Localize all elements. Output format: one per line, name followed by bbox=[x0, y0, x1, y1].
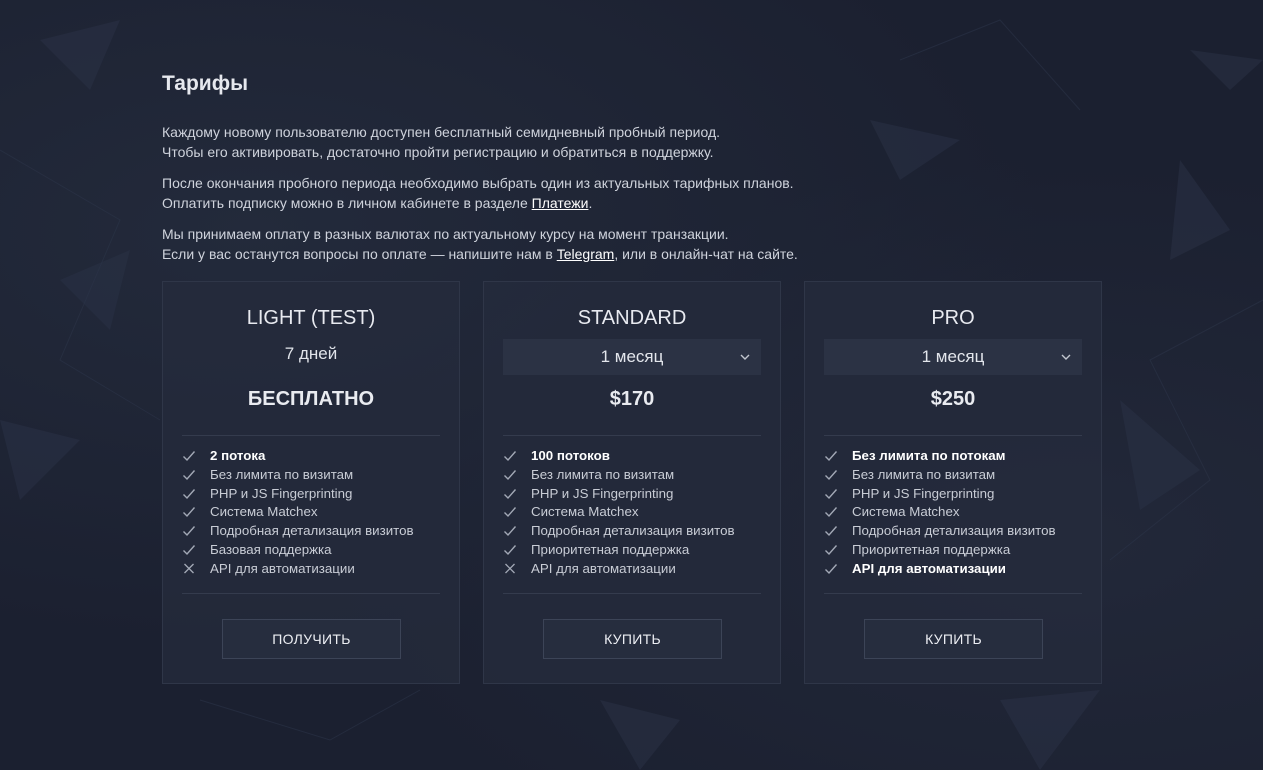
plan-price: БЕСПЛАТНО bbox=[247, 388, 375, 410]
feature-item: PHP и JS Fingerprinting bbox=[503, 485, 735, 504]
feature-label: Подробная детализация визитов bbox=[210, 523, 414, 539]
plan-name: PRO bbox=[931, 307, 975, 329]
chevron-down-icon bbox=[739, 339, 751, 389]
feature-item: Подробная детализация визитов bbox=[824, 522, 1056, 541]
feature-item: Система Matchex bbox=[182, 503, 414, 522]
period-select[interactable]: 1 месяц bbox=[503, 339, 761, 375]
plan-name: LIGHT (TEST) bbox=[246, 307, 376, 329]
feature-label: PHP и JS Fingerprinting bbox=[852, 485, 995, 501]
divider bbox=[182, 435, 440, 436]
feature-item: Базовая поддержка bbox=[182, 541, 414, 560]
feature-label: Система Matchex bbox=[852, 504, 960, 520]
feature-item: Приоритетная поддержка bbox=[824, 541, 1056, 560]
feature-label: Система Matchex bbox=[531, 504, 639, 520]
feature-item: API для автоматизации bbox=[824, 560, 1056, 579]
divider bbox=[503, 435, 761, 436]
feature-item: PHP и JS Fingerprinting bbox=[824, 485, 1056, 504]
feature-item: Подробная детализация визитов bbox=[182, 522, 414, 541]
intro-paragraph-2: После окончания пробного периода необход… bbox=[162, 174, 1102, 213]
feature-item: Подробная детализация визитов bbox=[503, 522, 735, 541]
feature-item: 100 потоков bbox=[503, 447, 735, 466]
divider bbox=[824, 435, 1082, 436]
feature-label: Приоритетная поддержка bbox=[852, 541, 1011, 557]
intro-line: После окончания пробного периода необход… bbox=[162, 175, 794, 191]
feature-label: Без лимита по визитам bbox=[852, 466, 996, 482]
plan-card-pro: PRO 1 месяц $250 Без лимита по потокам Бе… bbox=[804, 281, 1102, 684]
feature-item: API для автоматизации bbox=[182, 560, 414, 579]
cross-icon bbox=[182, 560, 196, 583]
feature-list: 100 потоков Без лимита по визитам PHP и JS… bbox=[503, 447, 735, 579]
plan-period: 7 дней bbox=[284, 344, 338, 363]
feature-label: Подробная детализация визитов bbox=[531, 523, 735, 539]
plan-card-standard: STANDARD 1 месяц $170 100 потоков Без лим… bbox=[483, 281, 781, 684]
feature-label: Без лимита по визитам bbox=[210, 466, 354, 482]
intro-paragraph-3: Мы принимаем оплату в разных валютах по … bbox=[162, 225, 1102, 264]
feature-label: Система Matchex bbox=[210, 504, 318, 520]
feature-list: Без лимита по потокам Без лимита по визит… bbox=[824, 447, 1056, 579]
plan-price: $250 bbox=[930, 388, 976, 410]
check-icon bbox=[824, 560, 838, 583]
feature-item: Приоритетная поддержка bbox=[503, 541, 735, 560]
feature-label: Приоритетная поддержка bbox=[531, 541, 690, 557]
period-select[interactable]: 1 месяц bbox=[824, 339, 1082, 375]
feature-item: PHP и JS Fingerprinting bbox=[182, 485, 414, 504]
feature-item: Система Matchex bbox=[824, 503, 1056, 522]
cross-icon bbox=[503, 560, 517, 583]
page-title: Тарифы bbox=[162, 72, 249, 95]
feature-label: Подробная детализация визитов bbox=[852, 523, 1056, 539]
feature-label: 100 потоков bbox=[531, 448, 610, 463]
plan-price: $170 bbox=[609, 388, 655, 410]
buy-button[interactable]: КУПИТЬ bbox=[864, 619, 1043, 659]
feature-label: Базовая поддержка bbox=[210, 541, 332, 557]
feature-list: 2 потока Без лимита по визитам PHP и JS Fi… bbox=[182, 447, 414, 579]
intro-line: Если у вас останутся вопросы по оплате —… bbox=[162, 245, 557, 262]
get-button[interactable]: ПОЛУЧИТЬ bbox=[222, 619, 401, 659]
feature-item: 2 потока bbox=[182, 447, 414, 466]
chevron-down-icon bbox=[1060, 339, 1072, 389]
telegram-link[interactable]: Telegram bbox=[557, 246, 615, 262]
divider bbox=[824, 593, 1082, 594]
period-select-value: 1 месяц bbox=[921, 347, 985, 366]
feature-label: PHP и JS Fingerprinting bbox=[210, 485, 353, 501]
plan-card-light: LIGHT (TEST) 7 дней БЕСПЛАТНО 2 потока Бе… bbox=[162, 281, 460, 684]
feature-label: 2 потока bbox=[210, 448, 266, 463]
feature-item: Без лимита по визитам bbox=[824, 466, 1056, 485]
intro-line: Мы принимаем оплату в разных валютах по … bbox=[162, 226, 729, 242]
feature-item: Без лимита по потокам bbox=[824, 447, 1056, 466]
intro-text: Каждому новому пользователю доступен бес… bbox=[162, 123, 1102, 276]
feature-item: Без лимита по визитам bbox=[182, 466, 414, 485]
intro-line: Чтобы его активировать, достаточно пройт… bbox=[162, 143, 714, 160]
plan-name: STANDARD bbox=[577, 307, 687, 329]
feature-label: Без лимита по потокам bbox=[852, 448, 1006, 463]
divider bbox=[503, 593, 761, 594]
feature-item: API для автоматизации bbox=[503, 560, 735, 579]
intro-line: Каждому новому пользователю доступен бес… bbox=[162, 124, 721, 140]
intro-line: Оплатить подписку можно в личном кабинет… bbox=[162, 194, 532, 211]
feature-label: API для автоматизации bbox=[852, 560, 1006, 576]
buy-button[interactable]: КУПИТЬ bbox=[543, 619, 722, 659]
period-select-value: 1 месяц bbox=[600, 347, 664, 366]
payments-link[interactable]: Платежи bbox=[532, 195, 589, 211]
intro-paragraph-1: Каждому новому пользователю доступен бес… bbox=[162, 123, 1102, 162]
feature-label: API для автоматизации bbox=[210, 560, 355, 576]
feature-label: API для автоматизации bbox=[531, 560, 676, 576]
feature-item: Система Matchex bbox=[503, 503, 735, 522]
intro-line: , или в онлайн-чат на сайте. bbox=[614, 245, 798, 262]
feature-label: PHP и JS Fingerprinting bbox=[531, 485, 674, 501]
feature-item: Без лимита по визитам bbox=[503, 466, 735, 485]
intro-line: . bbox=[588, 194, 593, 211]
divider bbox=[182, 593, 440, 594]
feature-label: Без лимита по визитам bbox=[531, 466, 675, 482]
